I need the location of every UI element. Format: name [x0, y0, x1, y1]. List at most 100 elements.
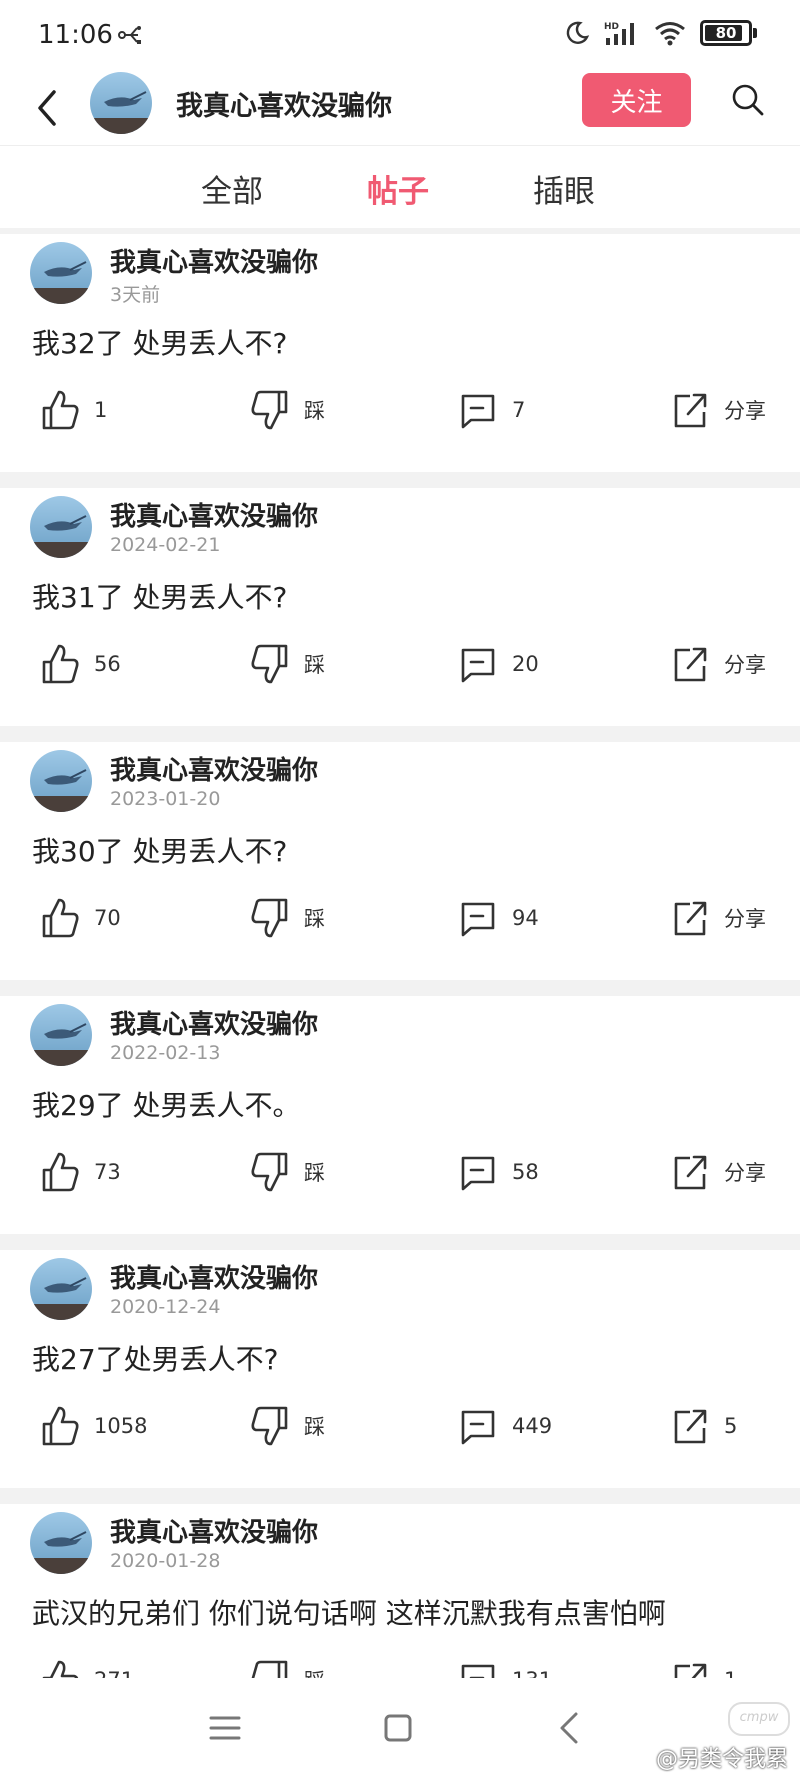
thumbs-up-icon — [42, 1406, 79, 1446]
thumbs-down-icon — [251, 898, 288, 938]
dislike-button[interactable]: 踩 — [250, 1146, 325, 1198]
follow-button[interactable]: 关注 — [582, 73, 691, 127]
thumbs-up-icon — [42, 644, 79, 684]
battery-level: 80 — [715, 24, 737, 42]
home-icon[interactable] — [378, 1708, 418, 1748]
avatar[interactable] — [30, 242, 92, 304]
comment-icon — [461, 1156, 495, 1191]
like-count: 56 — [94, 652, 121, 676]
post-content[interactable]: 武汉的兄弟们 你们说句话啊 这样沉默我有点害怕啊 — [32, 1592, 666, 1632]
dislike-button[interactable]: 踩 — [250, 384, 325, 436]
share-icon — [674, 647, 707, 682]
post-card[interactable]: 我真心喜欢没骗你 2022-02-13 我29了 处男丢人不。 73 踩 58 … — [0, 996, 800, 1234]
post-content[interactable]: 我27了处男丢人不? — [32, 1338, 279, 1378]
comment-count: 449 — [512, 1414, 553, 1438]
post-actions: 56 踩 20 分享 — [0, 638, 800, 690]
like-button[interactable]: 73 — [40, 1146, 121, 1198]
dislike-button[interactable]: 踩 — [250, 638, 325, 690]
post-date: 2023-01-20 — [110, 788, 221, 810]
share-icon — [674, 901, 707, 936]
comment-button[interactable]: 7 — [458, 384, 525, 436]
dislike-label: 踩 — [304, 399, 325, 423]
post-author[interactable]: 我真心喜欢没骗你 — [110, 1512, 318, 1549]
dislike-button[interactable]: 踩 — [250, 1400, 325, 1452]
post-actions: 1 踩 7 分享 — [0, 384, 800, 436]
like-button[interactable]: 1 — [40, 384, 107, 436]
thumbs-down-icon — [251, 390, 288, 430]
share-label: 分享 — [724, 1161, 766, 1185]
avatar[interactable] — [30, 1512, 92, 1574]
dislike-button[interactable]: 踩 — [250, 892, 325, 944]
tab-posts[interactable]: 帖子 — [367, 166, 429, 211]
like-count: 1058 — [94, 1414, 148, 1438]
post-card[interactable]: 我真心喜欢没骗你 2023-01-20 我30了 处男丢人不? 70 踩 94 … — [0, 742, 800, 980]
share-label: 分享 — [724, 399, 766, 423]
post-author[interactable]: 我真心喜欢没骗你 — [110, 496, 318, 533]
avatar[interactable] — [30, 750, 92, 812]
comment-button[interactable]: 94 — [458, 892, 539, 944]
signal-icon: HD — [604, 22, 634, 45]
share-icon — [674, 1409, 707, 1444]
post-card[interactable]: 我真心喜欢没骗你 3天前 我32了 处男丢人不? 1 踩 7 分享 — [0, 234, 800, 472]
avatar[interactable] — [30, 1004, 92, 1066]
avatar[interactable] — [90, 72, 152, 134]
comment-button[interactable]: 449 — [458, 1400, 552, 1452]
status-time: 11:06 — [38, 20, 113, 50]
post-author[interactable]: 我真心喜欢没骗你 — [110, 750, 318, 787]
wifi-icon — [655, 22, 685, 46]
post-author[interactable]: 我真心喜欢没骗你 — [110, 1004, 318, 1041]
like-button[interactable]: 70 — [40, 892, 121, 944]
back-nav-icon[interactable] — [550, 1708, 590, 1748]
avatar[interactable] — [30, 496, 92, 558]
share-button[interactable]: 分享 — [670, 892, 766, 944]
search-icon[interactable] — [730, 82, 766, 118]
post-card[interactable]: 我真心喜欢没骗你 2024-02-21 我31了 处男丢人不? 56 踩 20 … — [0, 488, 800, 726]
post-date: 2020-01-28 — [110, 1550, 221, 1572]
post-actions: 1058 踩 449 5 — [0, 1400, 800, 1452]
thumbs-down-icon — [251, 1406, 288, 1446]
page-title: 我真心喜欢没骗你 — [176, 91, 392, 122]
status-icons: HD 80 — [564, 20, 757, 46]
post-content[interactable]: 我29了 处男丢人不。 — [32, 1084, 301, 1124]
comment-icon — [461, 394, 495, 429]
comment-icon — [461, 902, 495, 937]
like-count: 73 — [94, 1160, 121, 1184]
menu-icon[interactable] — [205, 1708, 245, 1748]
tab-bookmarks[interactable]: 插眼 — [533, 166, 595, 211]
dislike-label: 踩 — [304, 653, 325, 677]
dislike-label: 踩 — [304, 907, 325, 931]
post-card[interactable]: 我真心喜欢没骗你 2020-12-24 我27了处男丢人不? 1058 踩 44… — [0, 1250, 800, 1488]
share-label: 分享 — [724, 653, 766, 677]
comment-count: 20 — [512, 652, 539, 676]
share-button[interactable]: 分享 — [670, 384, 766, 436]
comment-count: 94 — [512, 906, 539, 930]
thumbs-down-icon — [251, 644, 288, 684]
share-label: 分享 — [724, 907, 766, 931]
thumbs-down-icon — [251, 1152, 288, 1192]
tab-all[interactable]: 全部 — [201, 166, 263, 211]
post-author[interactable]: 我真心喜欢没骗你 — [110, 242, 318, 279]
profile-header: 我真心喜欢没骗你 关注 — [0, 70, 800, 146]
tab-bar: 全部 帖子 插眼 — [0, 146, 800, 228]
moon-icon — [566, 21, 590, 44]
battery-icon: 80 — [700, 20, 757, 46]
comment-icon — [461, 1410, 495, 1445]
share-label: 5 — [724, 1414, 738, 1438]
post-content[interactable]: 我31了 处男丢人不? — [32, 576, 287, 616]
chevron-left-icon[interactable] — [32, 84, 64, 132]
share-button[interactable]: 5 — [670, 1400, 737, 1452]
post-author[interactable]: 我真心喜欢没骗你 — [110, 1258, 318, 1295]
comment-button[interactable]: 20 — [458, 638, 539, 690]
post-content[interactable]: 我32了 处男丢人不? — [32, 322, 287, 362]
post-content[interactable]: 我30了 处男丢人不? — [32, 830, 287, 870]
usb-share-icon — [118, 26, 141, 44]
like-button[interactable]: 1058 — [40, 1400, 147, 1452]
status-bar: 11:06 HD 80 — [0, 0, 800, 70]
share-button[interactable]: 分享 — [670, 638, 766, 690]
comment-button[interactable]: 58 — [458, 1146, 539, 1198]
avatar[interactable] — [30, 1258, 92, 1320]
dislike-label: 踩 — [304, 1415, 325, 1439]
comment-count: 58 — [512, 1160, 539, 1184]
like-button[interactable]: 56 — [40, 638, 121, 690]
share-button[interactable]: 分享 — [670, 1146, 766, 1198]
